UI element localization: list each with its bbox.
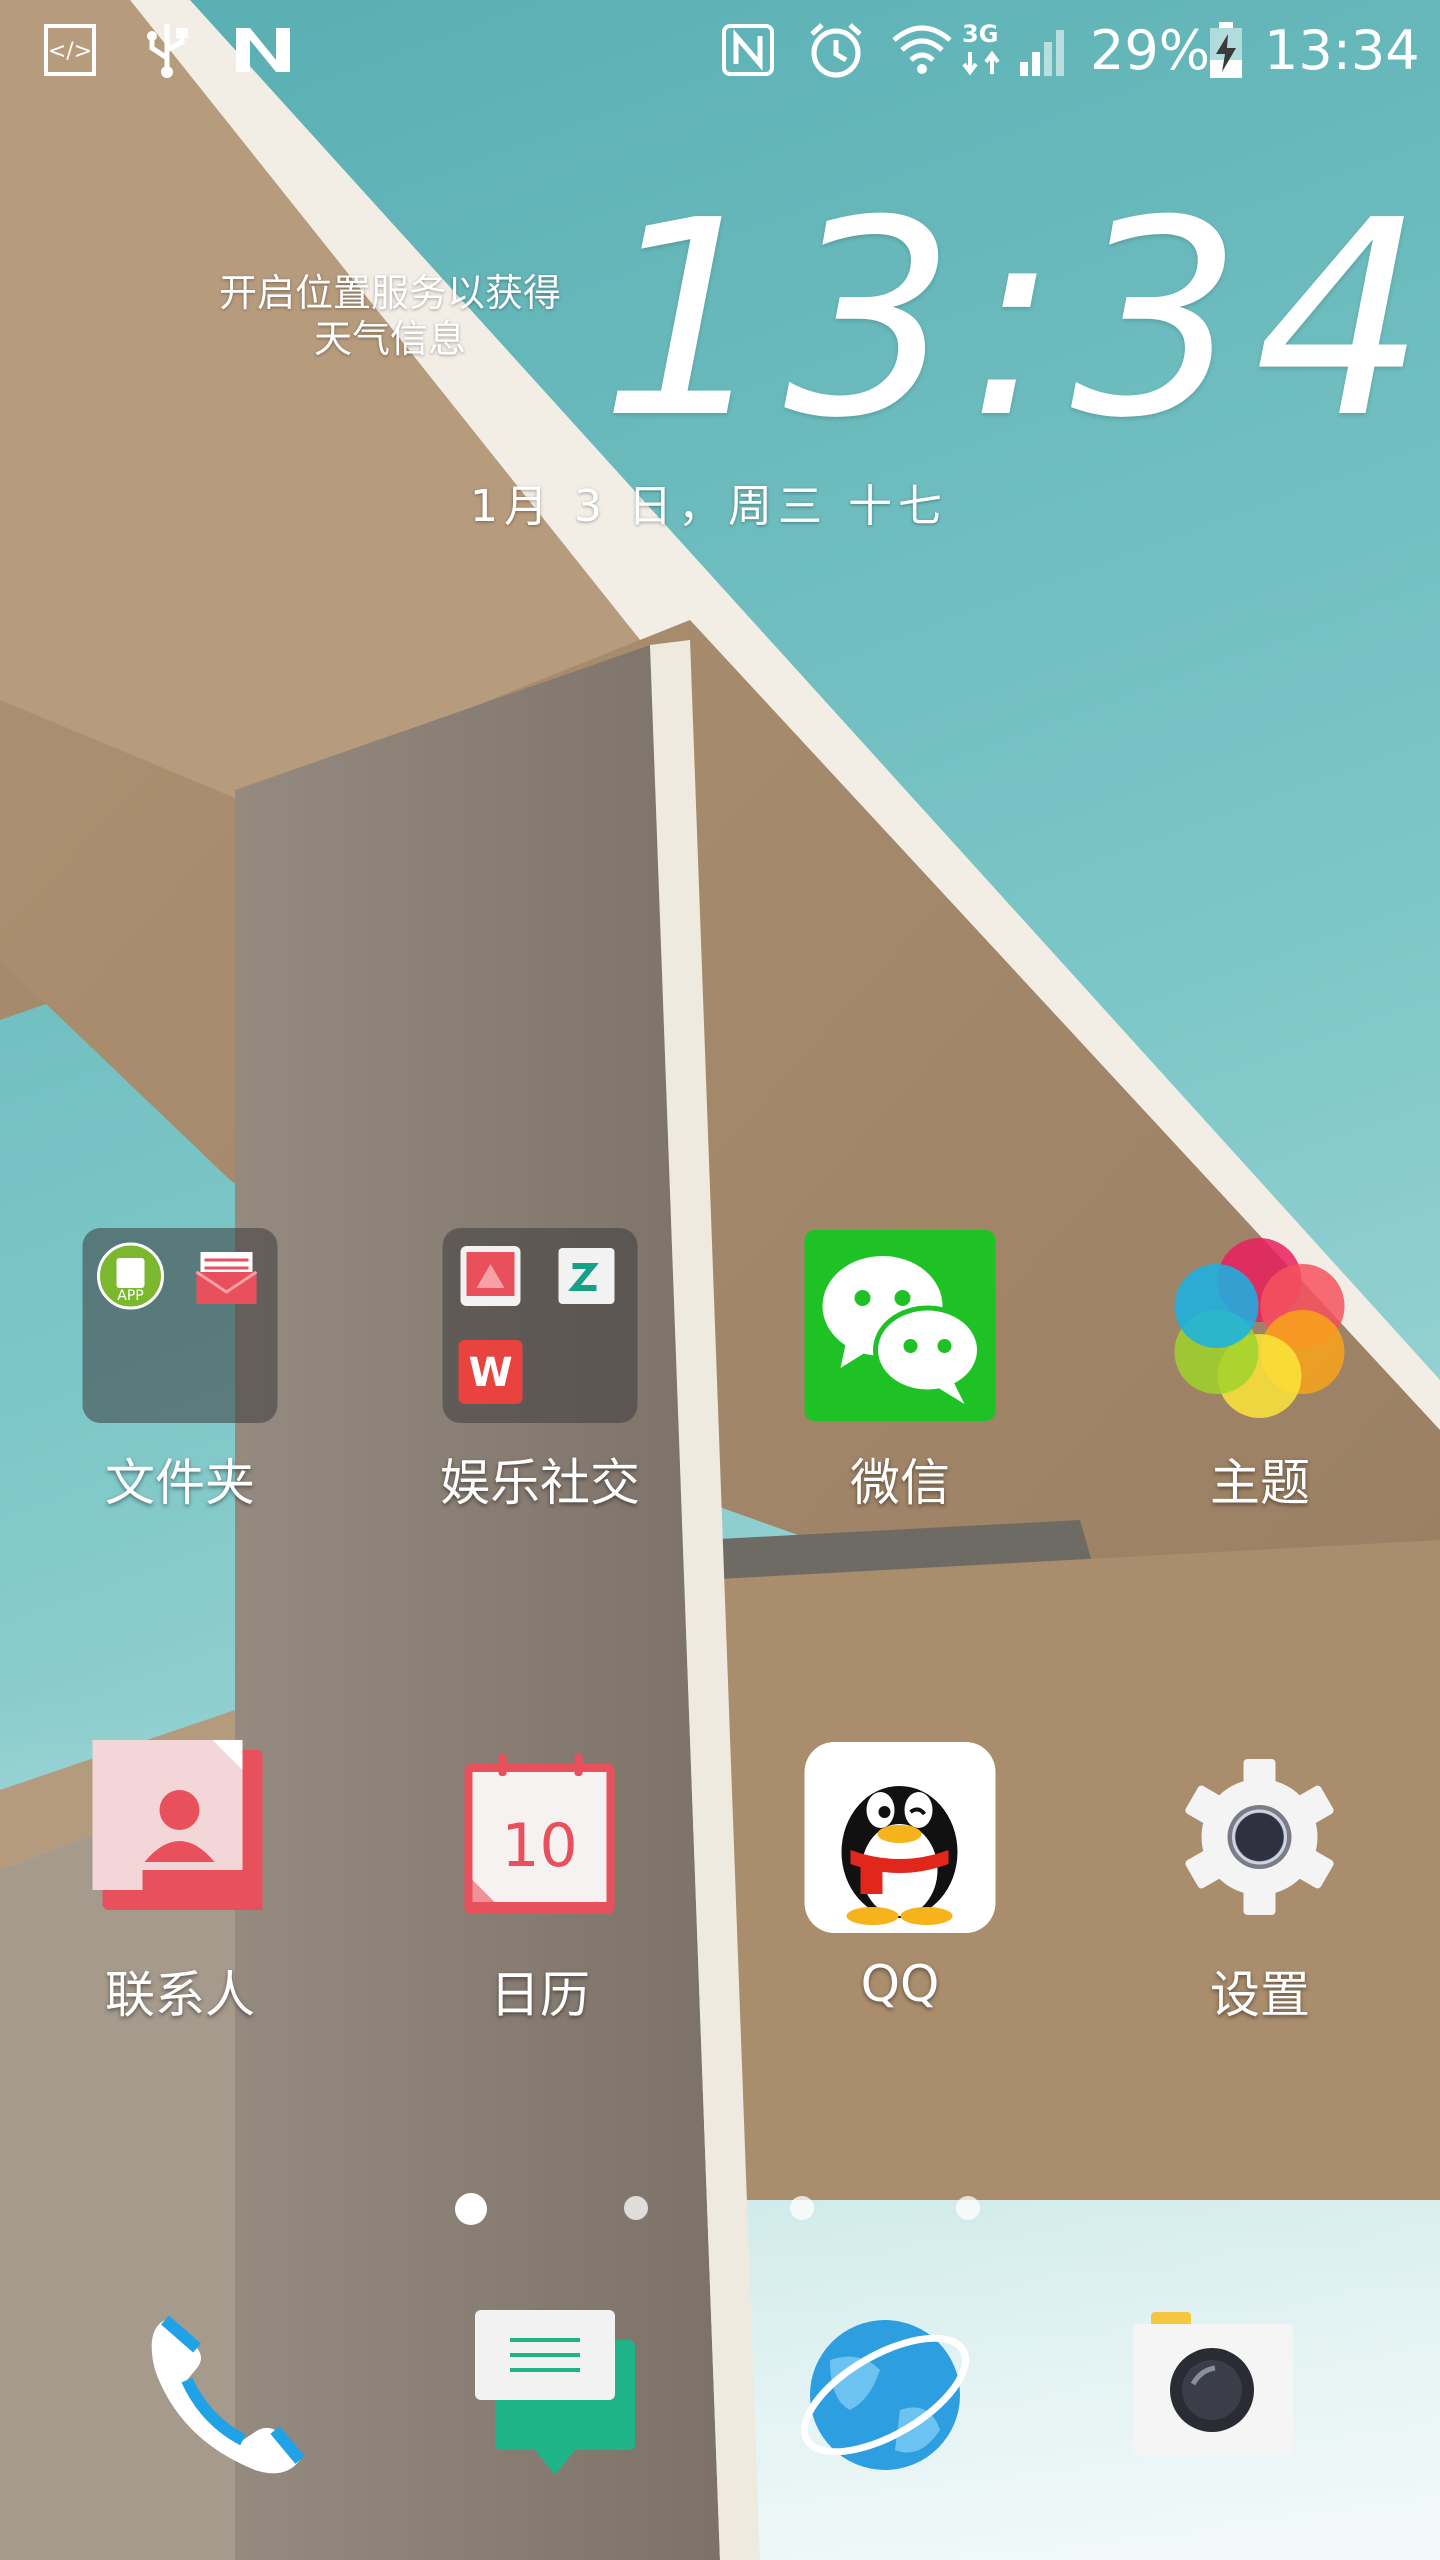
app-label: 主题 xyxy=(1210,1454,1310,1512)
battery-percent: 29% xyxy=(1090,18,1211,82)
usb-icon xyxy=(142,18,192,82)
nfc-icon xyxy=(720,18,776,82)
app-label: 日历 xyxy=(490,1966,590,2024)
app-themes[interactable]: 主题 xyxy=(1130,1228,1390,1528)
app-wechat[interactable]: 微信 xyxy=(770,1228,1030,1528)
messages-icon[interactable] xyxy=(465,2300,655,2490)
app-contacts[interactable]: 联系人 xyxy=(50,1740,310,2040)
browser-icon[interactable] xyxy=(790,2300,980,2490)
app-store-badge: APP xyxy=(117,1288,143,1304)
app-label: 联系人 xyxy=(105,1966,255,2024)
phone-icon[interactable] xyxy=(125,2300,315,2490)
app-label: 娱乐社交 xyxy=(440,1454,640,1512)
wifi-icon xyxy=(890,18,954,82)
gallery-icon xyxy=(457,1242,525,1310)
app-qq[interactable]: QQ xyxy=(770,1740,1030,2040)
page-dot[interactable] xyxy=(956,2196,980,2220)
settings-icon xyxy=(1163,1740,1358,1935)
svg-text:</>: </> xyxy=(48,39,92,64)
calendar-day: 10 xyxy=(501,1811,577,1881)
widget-clock-time[interactable]: 13:34 xyxy=(600,175,1426,465)
themes-icon xyxy=(1163,1228,1358,1423)
alarm-icon xyxy=(806,18,866,82)
page-dot[interactable] xyxy=(624,2196,648,2220)
folder-icon: W xyxy=(442,1228,638,1423)
app-store-icon: APP xyxy=(97,1242,165,1310)
mail-icon xyxy=(193,1242,261,1310)
qq-icon xyxy=(803,1740,998,1935)
contacts-icon xyxy=(83,1740,278,1935)
weather-message-line1: 开启位置服务以获得 xyxy=(218,271,561,315)
app-label: 微信 xyxy=(850,1454,950,1512)
page-dot[interactable] xyxy=(790,2196,814,2220)
camera-icon[interactable] xyxy=(1115,2300,1305,2490)
weather-message-line2: 天气信息 xyxy=(313,317,466,361)
status-time: 13:34 xyxy=(1264,18,1420,82)
wps-icon: W xyxy=(457,1338,525,1406)
app-settings[interactable]: 设置 xyxy=(1130,1740,1390,2040)
signal-icon xyxy=(1018,18,1074,82)
3g-data-icon: 3G xyxy=(962,18,1006,82)
calendar-icon: 10 xyxy=(443,1740,638,1935)
app-calendar[interactable]: 10 日历 xyxy=(410,1740,670,2040)
app-label: 文件夹 xyxy=(105,1454,255,1512)
widget-date[interactable]: 1月 3 日，周三 十七 xyxy=(470,470,970,534)
page-dot-active[interactable] xyxy=(455,2193,487,2225)
app-label: 设置 xyxy=(1210,1966,1310,2024)
n-notification-icon xyxy=(232,18,294,82)
battery-charging-icon xyxy=(1208,18,1244,82)
zhihu-icon xyxy=(553,1242,621,1310)
wechat-icon xyxy=(803,1228,998,1423)
developer-code-icon: </> xyxy=(42,18,98,82)
folder-icon: APP xyxy=(82,1228,278,1423)
wps-letter: W xyxy=(468,1350,512,1396)
network-type-label: 3G xyxy=(962,20,999,48)
app-folder[interactable]: APP 文件夹 xyxy=(50,1228,310,1528)
status-bar: </> 3G 29% 13:34 xyxy=(0,0,1440,100)
app-entertainment-social-folder[interactable]: W 娱乐社交 xyxy=(410,1228,670,1528)
weather-message[interactable]: 开启位置服务以获得 天气信息 xyxy=(190,270,590,362)
app-label: QQ xyxy=(860,1955,940,2013)
